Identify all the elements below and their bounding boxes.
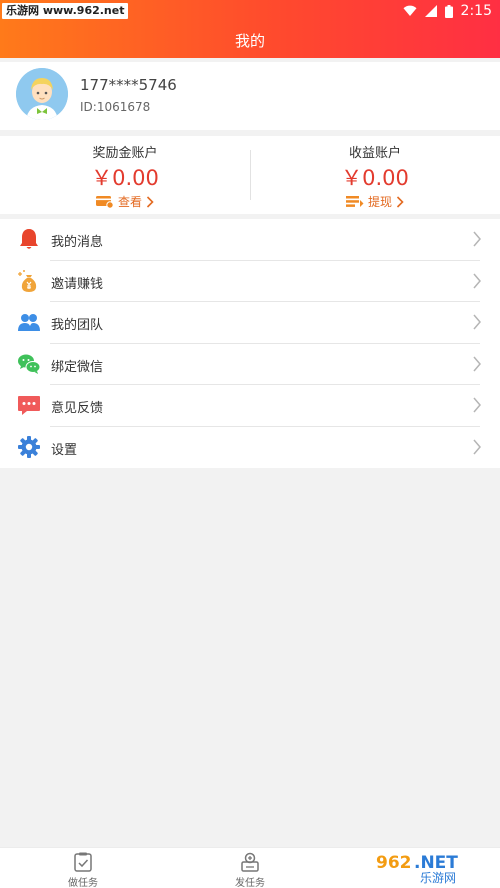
wifi-icon — [403, 5, 417, 16]
tab-label: 发任务 — [235, 878, 265, 888]
tab-do-task[interactable]: 做任务 — [38, 852, 128, 888]
tab-publish-task[interactable]: 发任务 — [205, 852, 295, 888]
svg-text:962: 962 — [376, 853, 412, 873]
chevron-right-icon — [473, 314, 481, 330]
svg-text:乐游网: 乐游网 — [420, 871, 456, 885]
earnings-account-amount: ￥0.00 — [341, 166, 409, 190]
status-bar: 乐游网 www.962.net 2:15 — [0, 0, 500, 22]
chevron-right-icon — [396, 195, 404, 208]
menu-item-team[interactable]: 我的团队 — [0, 302, 500, 344]
menu-item-label: 我的消息 — [51, 235, 104, 250]
signal-icon — [424, 5, 437, 17]
earnings-account: 收益账户 ￥0.00 提现 — [250, 136, 500, 214]
view-button[interactable]: 查看 — [0, 193, 250, 210]
menu-item-settings[interactable]: 设置 — [0, 427, 500, 469]
app-header: 我的 — [0, 22, 500, 58]
withdraw-button[interactable]: 提现 — [250, 193, 500, 210]
gear-icon — [18, 435, 40, 458]
brand-watermark-logo: 962 .NET 乐游网 — [370, 850, 496, 885]
menu-item-feedback[interactable]: 意见反馈 — [0, 385, 500, 427]
chevron-right-icon — [473, 397, 481, 413]
menu-item-wechat[interactable]: 绑定微信 — [0, 344, 500, 385]
site-watermark: 乐游网 www.962.net — [2, 3, 129, 19]
reward-account-label: 奖励金账户 — [92, 146, 158, 161]
publish-task-icon — [241, 852, 259, 872]
reward-account: 奖励金账户 ￥0.00 查看 — [0, 136, 250, 214]
user-phone: 177****5746 — [80, 76, 177, 94]
menu-item-label: 意见反馈 — [51, 401, 104, 416]
battery-icon — [444, 4, 453, 18]
user-id: ID:1061678 — [80, 100, 151, 114]
menu-item-label: 邀请赚钱 — [51, 276, 104, 292]
chevron-right-icon — [473, 439, 481, 454]
bell-icon — [20, 229, 38, 249]
menu-item-messages[interactable]: 我的消息 — [0, 219, 500, 261]
chevron-right-icon — [473, 356, 481, 371]
wechat-icon — [18, 354, 41, 374]
chevron-right-icon — [146, 195, 154, 208]
avatar[interactable] — [16, 68, 68, 120]
bottom-tab-bar: 做任务 发任务 我的 962 .NET 乐游网 — [0, 847, 500, 888]
reward-account-amount: ￥0.00 — [91, 166, 159, 190]
chevron-right-icon — [473, 273, 481, 288]
accounts-panel: 奖励金账户 ￥0.00 查看 收益账户 ￥0.00 提现 — [0, 136, 500, 214]
status-icons: 2:15 — [403, 3, 492, 19]
menu-item-label: 我的团队 — [51, 318, 104, 333]
chevron-right-icon — [473, 231, 481, 247]
menu-item-label: 绑定微信 — [51, 359, 104, 375]
page-title: 我的 — [234, 32, 265, 50]
money-bag-icon — [18, 269, 37, 292]
clock: 2:15 — [460, 3, 492, 19]
feedback-icon — [18, 396, 40, 415]
tab-label: 做任务 — [68, 878, 98, 888]
earnings-account-label: 收益账户 — [348, 146, 401, 161]
avatar-illustration — [16, 68, 68, 120]
svg-text:.NET: .NET — [414, 853, 458, 873]
menu-item-invite[interactable]: 邀请赚钱 — [0, 261, 500, 302]
withdraw-icon — [345, 196, 364, 207]
withdraw-button-label: 提现 — [367, 195, 392, 209]
task-clipboard-icon — [74, 852, 92, 872]
team-icon — [18, 314, 40, 331]
view-button-label: 查看 — [117, 195, 142, 209]
card-icon — [95, 196, 114, 208]
menu-list: 我的消息 邀请赚钱 我的团队 绑定微信 意见反馈 设置 — [0, 219, 500, 468]
profile-card[interactable]: 177****5746 ID:1061678 — [0, 62, 500, 130]
menu-item-label: 设置 — [51, 442, 78, 458]
